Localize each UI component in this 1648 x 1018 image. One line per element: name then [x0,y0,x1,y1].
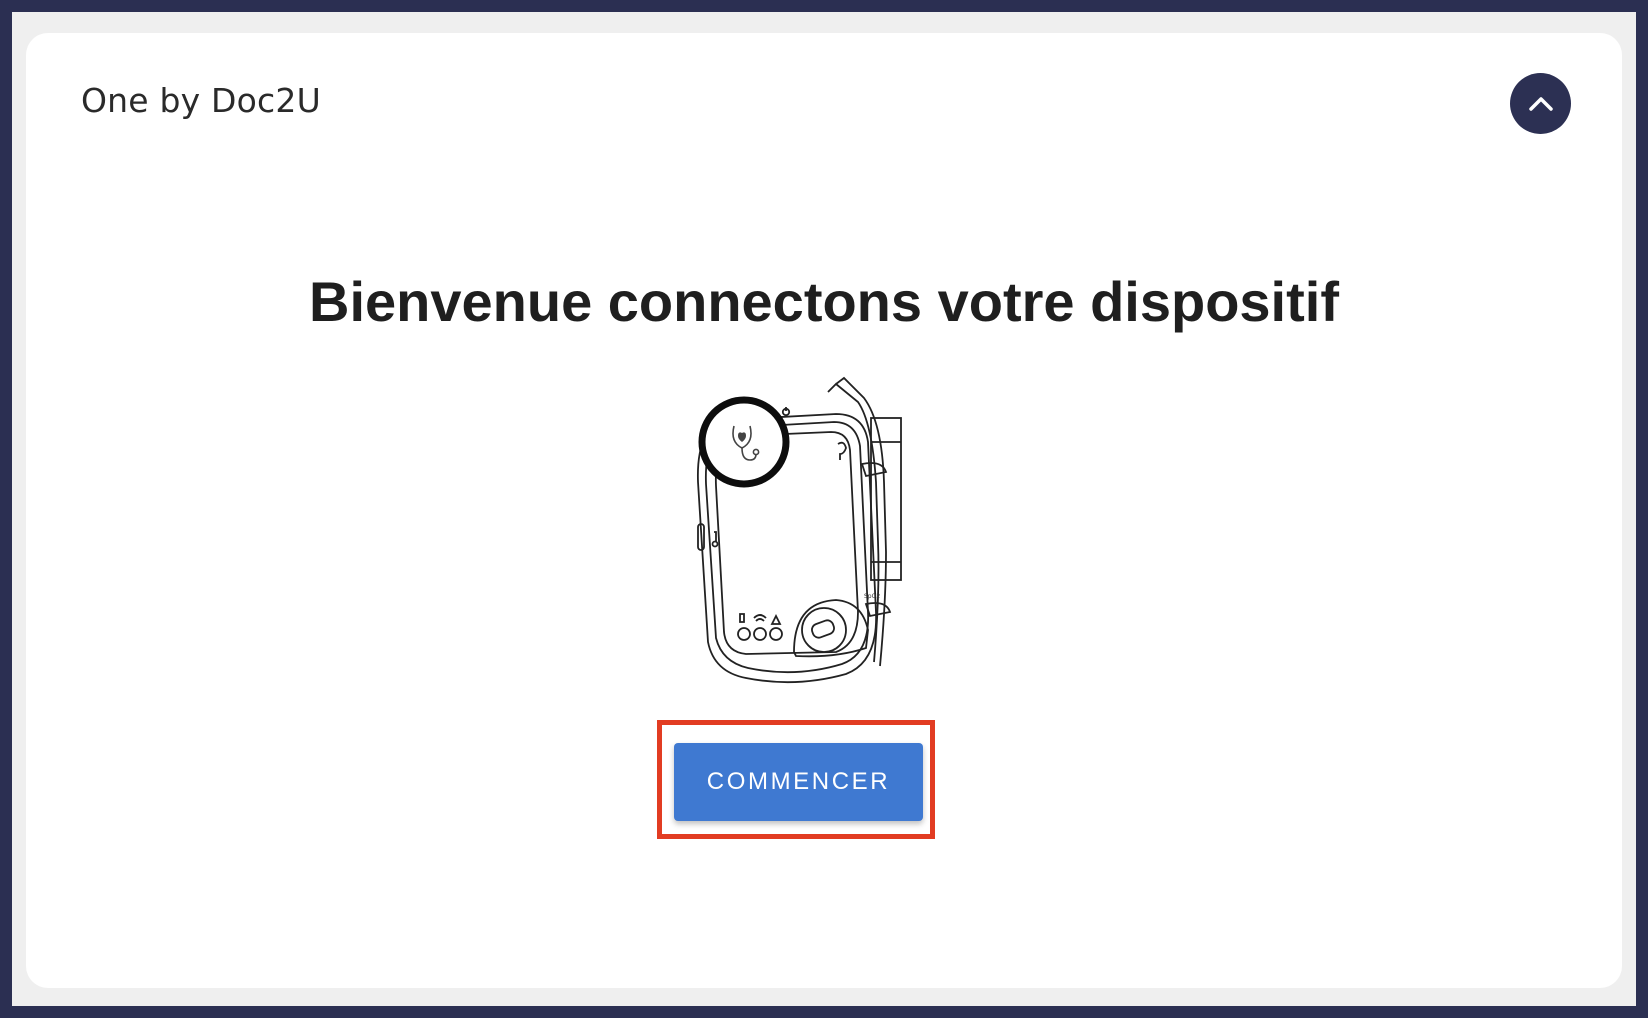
chevron-up-icon [1528,96,1553,111]
spo2-label: SpO2 [864,593,880,600]
medical-device-illustration: SpO2 [686,362,946,727]
collapse-button[interactable] [1510,73,1571,134]
app-title: One by Doc2U [81,81,321,120]
start-button[interactable]: COMMENCER [674,743,923,821]
welcome-headline: Bienvenue connectons votre dispositif [309,270,1339,333]
